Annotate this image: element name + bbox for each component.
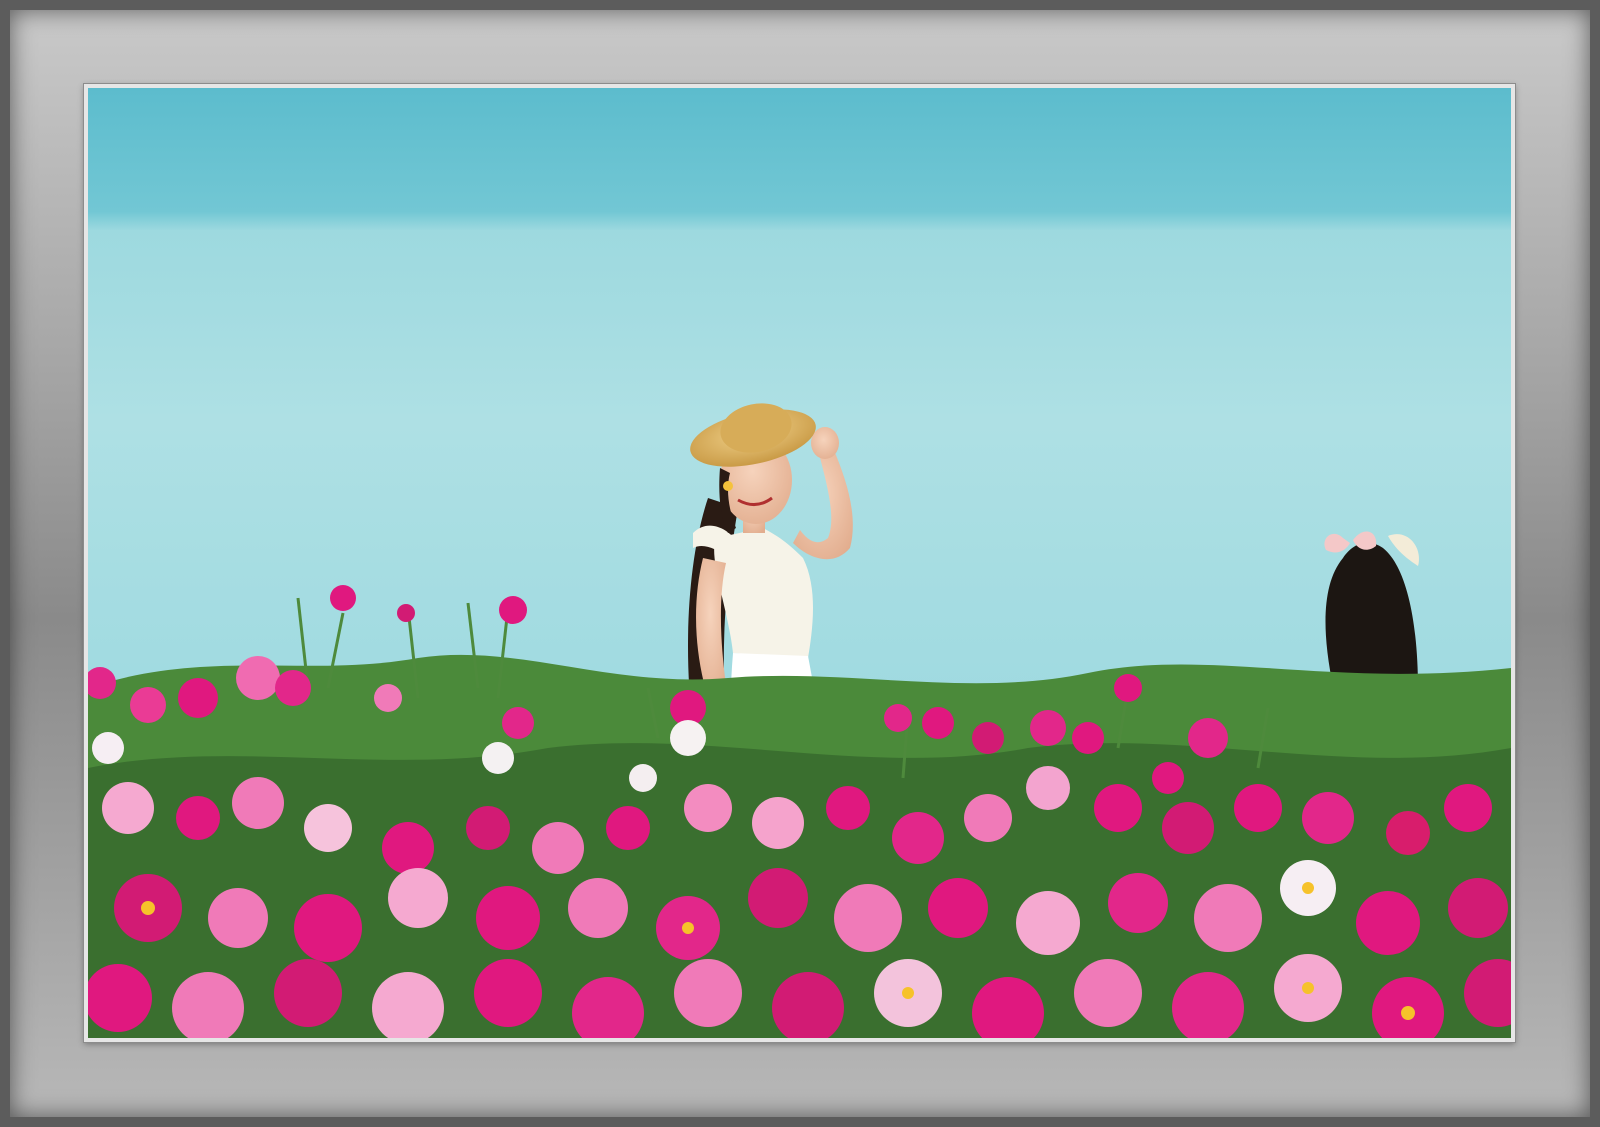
photograph	[88, 88, 1511, 1038]
